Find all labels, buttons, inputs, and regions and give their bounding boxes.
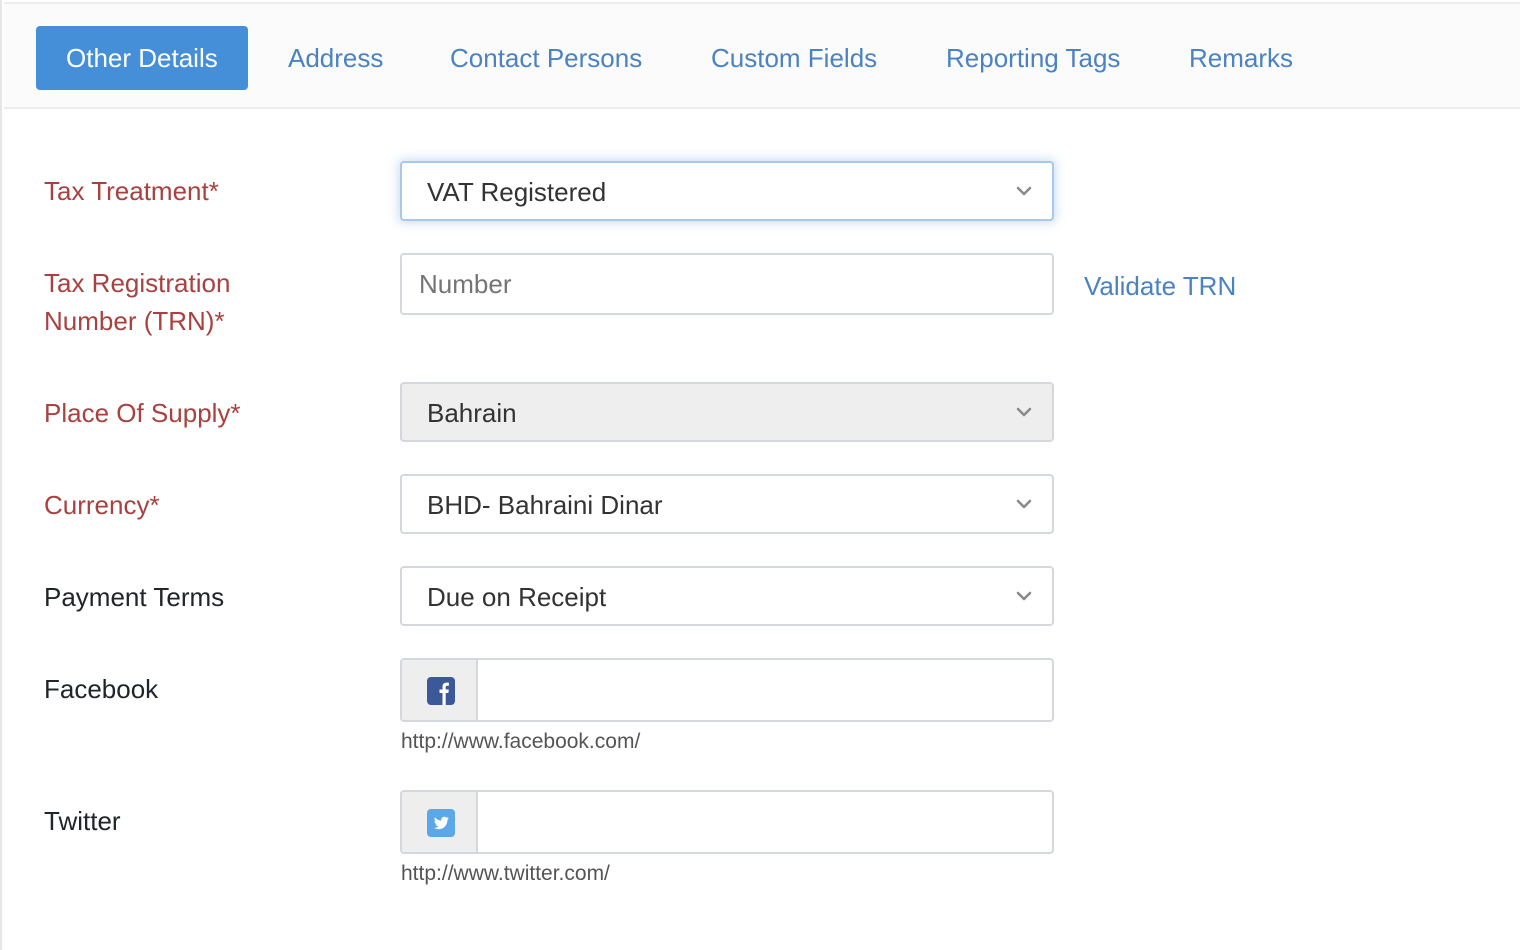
trn-label-line2: Number (TRN)* (44, 302, 230, 340)
tab-contact-persons[interactable]: Contact Persons (450, 26, 642, 90)
twitter-addon (402, 792, 478, 852)
chevron-down-icon (1016, 590, 1032, 602)
tax-treatment-select[interactable]: VAT Registered (400, 161, 1054, 221)
currency-label: Currency* (44, 486, 160, 524)
trn-field[interactable] (400, 253, 1054, 315)
tab-remarks[interactable]: Remarks (1189, 26, 1293, 90)
place-of-supply-value: Bahrain (427, 384, 517, 442)
validate-trn-link[interactable]: Validate TRN (1084, 271, 1236, 302)
tax-treatment-label: Tax Treatment* (44, 172, 219, 210)
trn-label: Tax Registration Number (TRN)* (44, 264, 230, 340)
tax-treatment-value: VAT Registered (427, 163, 606, 221)
trn-input[interactable] (402, 255, 1052, 313)
currency-value: BHD- Bahraini Dinar (427, 476, 663, 534)
chevron-down-icon (1016, 498, 1032, 510)
twitter-url-hint: http://www.twitter.com/ (401, 862, 610, 886)
place-of-supply-label: Place Of Supply* (44, 394, 241, 432)
chevron-down-icon (1016, 406, 1032, 418)
currency-select[interactable]: BHD- Bahraini Dinar (400, 474, 1054, 534)
facebook-label: Facebook (44, 670, 158, 708)
tab-bar: Other Details Address Contact Persons Cu… (4, 2, 1520, 109)
tab-custom-fields[interactable]: Custom Fields (711, 26, 877, 90)
chevron-down-icon (1016, 185, 1032, 197)
place-of-supply-select[interactable]: Bahrain (400, 382, 1054, 442)
facebook-url-hint: http://www.facebook.com/ (401, 730, 640, 754)
payment-terms-value: Due on Receipt (427, 568, 606, 626)
tab-reporting-tags[interactable]: Reporting Tags (946, 26, 1120, 90)
payment-terms-select[interactable]: Due on Receipt (400, 566, 1054, 626)
facebook-input[interactable] (480, 660, 1052, 720)
facebook-addon (402, 660, 478, 720)
twitter-label: Twitter (44, 802, 121, 840)
tab-address[interactable]: Address (288, 26, 383, 90)
trn-label-line1: Tax Registration (44, 264, 230, 302)
tab-other-details[interactable]: Other Details (36, 26, 248, 90)
twitter-input[interactable] (480, 792, 1052, 852)
payment-terms-label: Payment Terms (44, 578, 224, 616)
page-frame: Other Details Address Contact Persons Cu… (0, 0, 1520, 950)
twitter-icon (427, 809, 455, 837)
twitter-field[interactable] (400, 790, 1054, 854)
facebook-icon (427, 677, 455, 705)
facebook-field[interactable] (400, 658, 1054, 722)
